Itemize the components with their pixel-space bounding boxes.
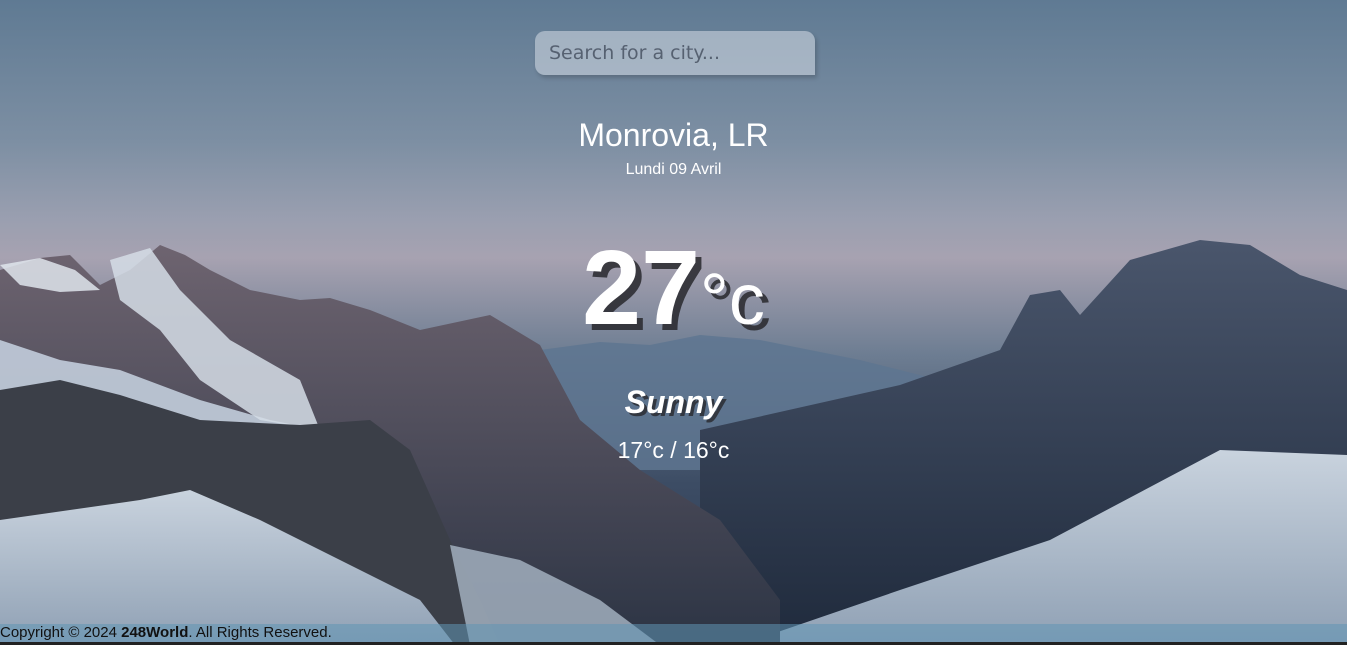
footer-prefix: Copyright © 2024 — [0, 624, 122, 641]
weather-condition: Sunny — [624, 384, 723, 420]
city-search-input[interactable] — [535, 31, 815, 75]
temperature-value: 27 — [582, 229, 701, 347]
temperature-range: 17°c / 16°c — [617, 437, 730, 463]
footer-suffix: . All Rights Reserved. — [188, 624, 332, 641]
city-name: Monrovia, LR — [578, 117, 769, 153]
copyright-footer: Copyright © 2024 248World. All Rights Re… — [0, 624, 1347, 642]
temperature-display: 27°c — [0, 228, 1347, 349]
current-date: Lundi 09 Avril — [625, 161, 722, 178]
temperature-unit: °c — [700, 260, 765, 340]
footer-brand: 248World — [121, 624, 189, 641]
